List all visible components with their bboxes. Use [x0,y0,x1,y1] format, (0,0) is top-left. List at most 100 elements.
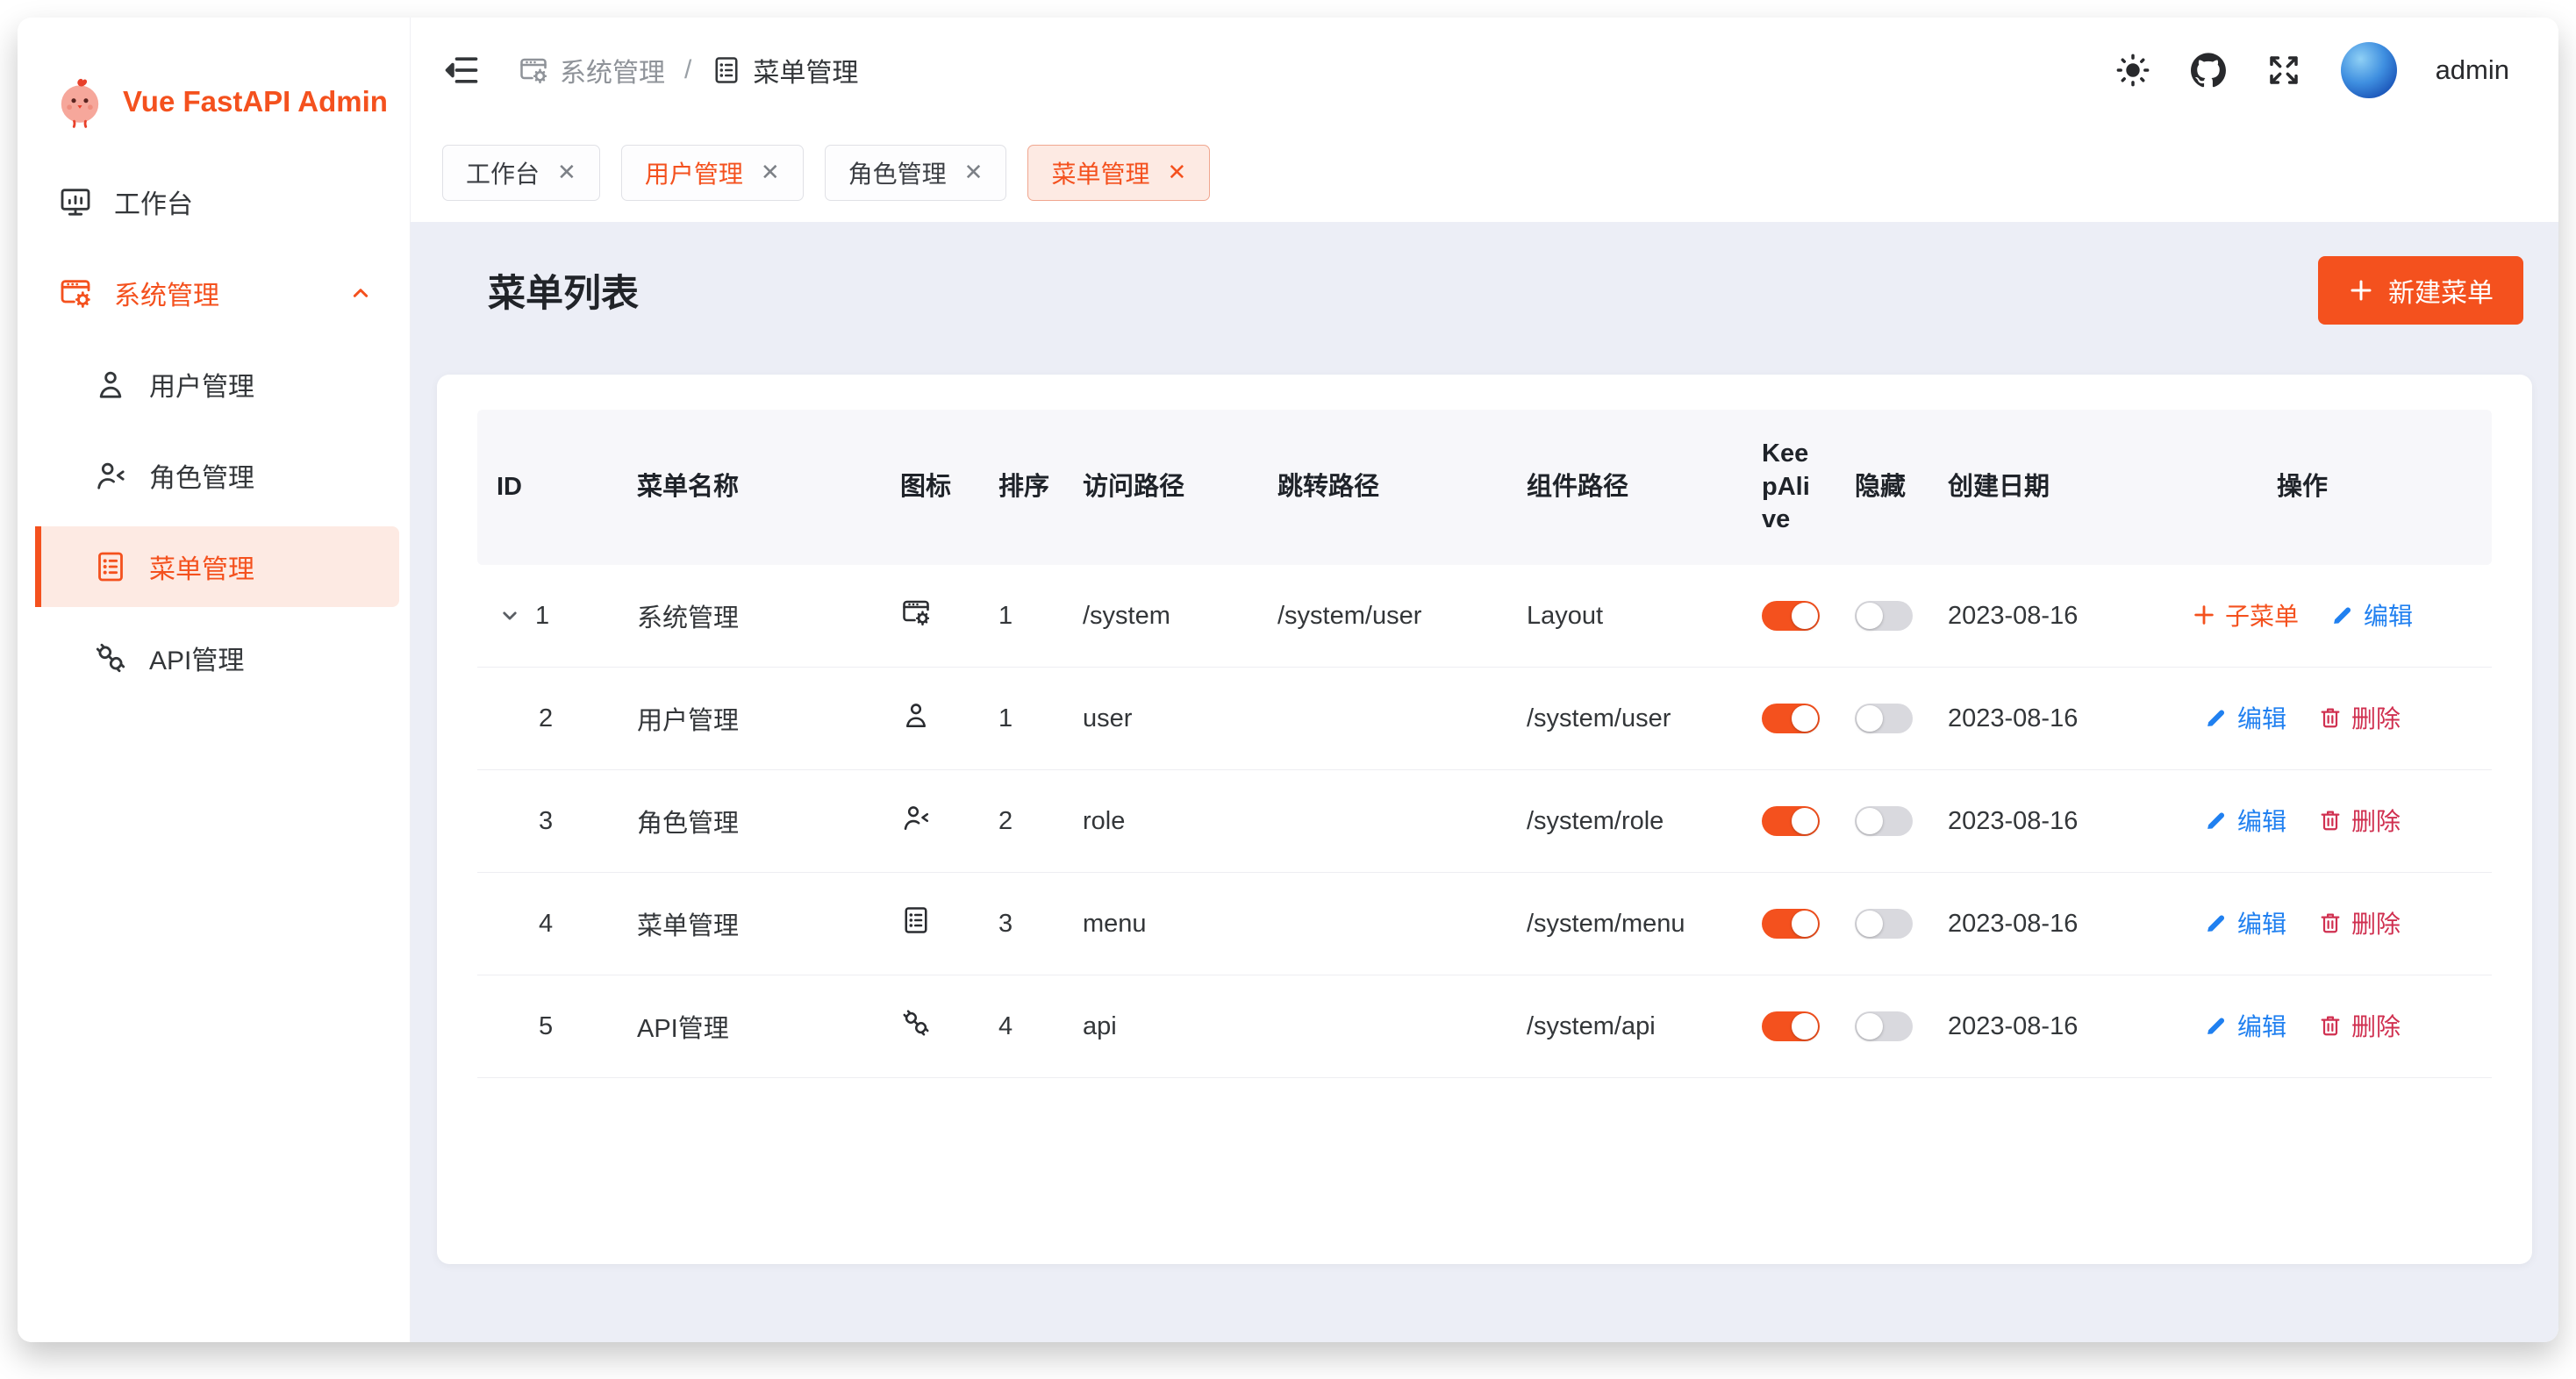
edit-button[interactable]: 编辑 [2204,905,2286,940]
logo[interactable]: Vue FastAPI Admin [18,18,410,149]
cell-id: 5 [539,1012,553,1041]
delete-label: 删除 [2351,700,2401,735]
pencil-icon [2204,705,2229,730]
cell-component: /system/api [1507,975,1742,1078]
chevron-up-icon [347,279,375,307]
tab-workbench[interactable]: 工作台 ✕ [442,145,600,201]
hidden-toggle[interactable] [1855,806,1913,836]
sidebar-item-users[interactable]: 用户管理 [35,344,399,425]
fullscreen-icon[interactable] [2265,52,2302,89]
hidden-toggle[interactable] [1855,1011,1913,1041]
app-window: Vue FastAPI Admin 工作台 系统管理 用户管理 角色管理 [18,18,2558,1342]
github-icon[interactable] [2190,52,2227,89]
edit-label: 编辑 [2237,700,2286,735]
username: admin [2436,54,2509,86]
breadcrumb-item-system[interactable]: 系统管理 [518,51,665,89]
edit-button[interactable]: 编辑 [2330,597,2413,632]
window-gear-icon [518,54,549,86]
cell-date: 2023-08-16 [1928,565,2113,668]
edit-button[interactable]: 编辑 [2204,700,2286,735]
sidebar-item-label: 角色管理 [149,456,254,495]
cell-name: API管理 [618,975,881,1078]
sidebar-item-menus[interactable]: 菜单管理 [35,526,399,607]
cell-component: /system/user [1507,668,1742,770]
table-row: 3 角色管理 2 role /system/role 2023-08-16 [477,770,2492,873]
delete-button[interactable]: 删除 [2318,803,2401,838]
delete-button[interactable]: 删除 [2318,700,2401,735]
cell-id: 2 [539,704,553,733]
col-component: 组件路径 [1507,410,1742,565]
keepalive-toggle[interactable] [1762,1011,1820,1041]
col-path: 访问路径 [1063,410,1258,565]
sidebar-collapse-icon[interactable] [442,51,481,89]
edit-label: 编辑 [2237,803,2286,838]
avatar[interactable] [2341,42,2397,98]
tab-label: 用户管理 [645,155,743,190]
cell-redirect [1258,975,1507,1078]
tab-label: 工作台 [466,155,540,190]
breadcrumb-item-menus[interactable]: 菜单管理 [711,51,858,89]
trash-icon [2318,911,2343,935]
cell-redirect [1258,770,1507,873]
theme-sun-icon[interactable] [2114,52,2151,89]
col-name: 菜单名称 [618,410,881,565]
tab-roles[interactable]: 角色管理 ✕ [825,145,1007,201]
cell-redirect [1258,668,1507,770]
tab-menus[interactable]: 菜单管理 ✕ [1027,145,1210,201]
keepalive-toggle[interactable] [1762,806,1820,836]
cell-component: /system/role [1507,770,1742,873]
cell-path: menu [1063,873,1258,975]
hidden-toggle[interactable] [1855,704,1913,733]
col-order: 排序 [979,410,1063,565]
cell-redirect [1258,873,1507,975]
cell-order: 3 [979,873,1063,975]
sidebar-item-system[interactable]: 系统管理 [35,253,399,333]
new-menu-label: 新建菜单 [2388,271,2494,310]
delete-label: 删除 [2351,1008,2401,1043]
close-icon[interactable]: ✕ [557,159,576,186]
cell-path: role [1063,770,1258,873]
cell-component: /system/menu [1507,873,1742,975]
add-submenu-button[interactable]: 子菜单 [2192,597,2299,632]
cell-date: 2023-08-16 [1928,770,2113,873]
plus-icon [2192,603,2216,627]
sidebar-item-api[interactable]: API管理 [35,618,399,698]
keepalive-toggle[interactable] [1762,704,1820,733]
breadcrumb: 系统管理 / 菜单管理 [518,51,858,89]
close-icon[interactable]: ✕ [1167,159,1186,186]
cell-component: Layout [1507,565,1742,668]
close-icon[interactable]: ✕ [964,159,984,186]
cell-order: 1 [979,565,1063,668]
app-title: Vue FastAPI Admin [123,85,388,118]
expand-chevron-down-icon[interactable] [497,603,523,629]
keepalive-toggle[interactable] [1762,909,1820,939]
table-row: 4 菜单管理 3 menu /system/menu 2023-08-16 [477,873,2492,975]
main-content: 菜单列表 新建菜单 ID 菜单名称 图标 排序 [411,222,2558,1342]
edit-button[interactable]: 编辑 [2204,1008,2286,1043]
header-actions: admin [2114,42,2509,98]
edit-button[interactable]: 编辑 [2204,803,2286,838]
cell-path: user [1063,668,1258,770]
delete-button[interactable]: 删除 [2318,905,2401,940]
new-menu-button[interactable]: 新建菜单 [2318,256,2523,325]
delete-button[interactable]: 删除 [2318,1008,2401,1043]
page-title: 菜单列表 [437,263,639,318]
window-gear-icon [58,275,93,311]
close-icon[interactable]: ✕ [761,159,780,186]
sidebar-item-workbench[interactable]: 工作台 [35,161,399,242]
hidden-toggle[interactable] [1855,601,1913,631]
col-date: 创建日期 [1928,410,2113,565]
edit-label: 编辑 [2237,905,2286,940]
tab-users[interactable]: 用户管理 ✕ [621,145,804,201]
monitor-icon [58,184,93,219]
edit-label: 编辑 [2237,1008,2286,1043]
table-card: ID 菜单名称 图标 排序 访问路径 跳转路径 组件路径 KeepAlive 隐… [437,375,2532,1264]
sidebar-item-roles[interactable]: 角色管理 [35,435,399,516]
sidebar-item-label: 系统管理 [114,274,219,312]
col-hidden: 隐藏 [1835,410,1928,565]
col-redirect: 跳转路径 [1258,410,1507,565]
table-row: 5 API管理 4 api /system/api 2023-08-16 [477,975,2492,1078]
hidden-toggle[interactable] [1855,909,1913,939]
sidebar-item-label: 用户管理 [149,365,254,404]
keepalive-toggle[interactable] [1762,601,1820,631]
